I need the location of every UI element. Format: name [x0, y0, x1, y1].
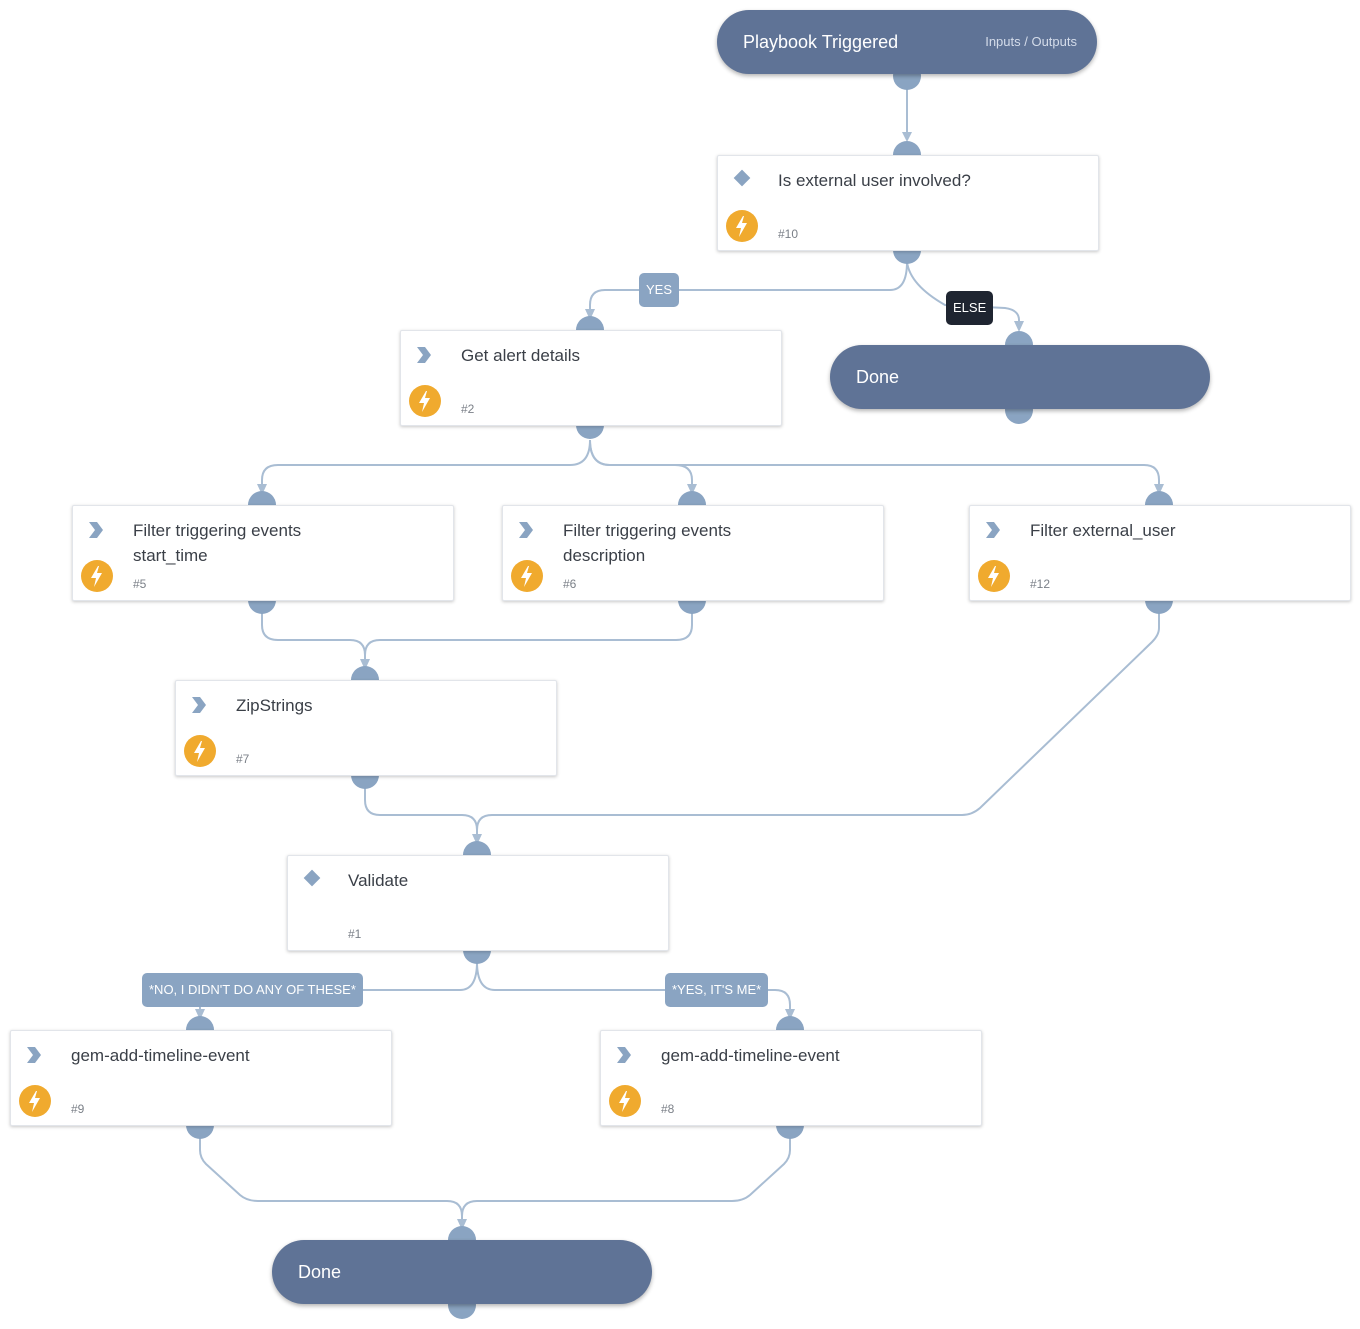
chevron-icon	[89, 522, 103, 538]
chevron-icon	[617, 1047, 631, 1063]
title-line: Filter triggering events	[563, 521, 732, 540]
node-title: Done	[298, 1262, 342, 1282]
lightning-icon	[726, 210, 758, 242]
node-task-9[interactable]: gem-add-timeline-event #9	[10, 1030, 392, 1126]
lightning-icon	[609, 1085, 641, 1117]
node-done-top[interactable]: Done	[830, 345, 1210, 409]
task-number: #10	[778, 227, 799, 241]
condition-label-else[interactable]: ELSE	[946, 291, 994, 325]
node-task-5[interactable]: Filter triggering events start_time #5	[72, 505, 454, 601]
edge-n5-to-n7	[261, 612, 366, 665]
title-line: Filter triggering events	[133, 521, 302, 540]
node-title: Filter external_user	[1030, 521, 1176, 540]
chevron-icon	[192, 697, 206, 713]
node-title: Done	[856, 367, 900, 387]
node-title: Filter triggering events description	[563, 518, 731, 568]
task-number: #6	[563, 577, 577, 591]
node-condition-10[interactable]: Is external user involved? #10	[717, 155, 1099, 251]
edge-n6-to-n7	[364, 612, 693, 665]
node-task-7[interactable]: ZipStrings #7	[175, 680, 557, 776]
node-title: ZipStrings	[236, 696, 313, 715]
chevron-icon	[519, 522, 533, 538]
lightning-icon	[81, 560, 113, 592]
task-number: #1	[348, 927, 362, 941]
edge-n7-to-n1	[364, 788, 478, 840]
edge-n9-to-done-bottom	[199, 1138, 463, 1225]
diamond-icon	[733, 169, 751, 187]
node-title: Get alert details	[461, 346, 581, 365]
title-line: start_time	[133, 546, 208, 565]
lightning-icon	[511, 560, 543, 592]
chevron-icon	[417, 347, 431, 363]
task-number: #12	[1030, 577, 1051, 591]
inputs-outputs-link[interactable]: Inputs / Outputs	[985, 10, 1077, 74]
diamond-icon	[303, 869, 321, 887]
condition-label-no[interactable]: *NO, I DIDN'T DO ANY OF THESE*	[142, 973, 363, 1007]
edge-n2-to-n5	[261, 439, 591, 490]
lightning-icon	[184, 735, 216, 767]
condition-label-yes-its-me[interactable]: *YES, IT'S ME*	[665, 973, 769, 1007]
node-title: Is external user involved?	[778, 171, 971, 190]
edge-n2-to-n12	[589, 439, 1160, 490]
edge-n8-to-done-bottom	[461, 1138, 791, 1225]
node-task-6[interactable]: Filter triggering events description #6	[502, 505, 884, 601]
edge-n10-to-n2	[589, 261, 908, 316]
title-line: description	[563, 546, 646, 565]
node-title: Filter triggering events start_time	[133, 518, 301, 568]
node-title: Playbook Triggered	[743, 32, 899, 52]
lightning-icon	[19, 1085, 51, 1117]
lightning-icon	[978, 560, 1010, 592]
edge-n12-to-n1	[476, 612, 1160, 840]
task-number: #5	[133, 577, 147, 591]
lightning-icon	[409, 385, 441, 417]
task-number: #2	[461, 402, 475, 416]
node-playbook-triggered[interactable]: Playbook Triggered Inputs / Outputs	[717, 10, 1097, 74]
node-done-bottom[interactable]: Done	[272, 1240, 652, 1304]
task-number: #9	[71, 1102, 85, 1116]
condition-label-yes[interactable]: YES	[639, 273, 680, 307]
node-title: Validate	[348, 871, 409, 890]
chevron-icon	[27, 1047, 41, 1063]
node-task-8[interactable]: gem-add-timeline-event #8	[600, 1030, 982, 1126]
node-task-12[interactable]: Filter external_user #12	[969, 505, 1351, 601]
node-title: gem-add-timeline-event	[661, 1046, 840, 1065]
node-task-2[interactable]: Get alert details #2	[400, 330, 782, 426]
task-number: #8	[661, 1102, 675, 1116]
node-title: gem-add-timeline-event	[71, 1046, 250, 1065]
chevron-icon	[986, 522, 1000, 538]
node-condition-1[interactable]: Validate #1	[287, 855, 669, 951]
task-number: #7	[236, 752, 250, 766]
